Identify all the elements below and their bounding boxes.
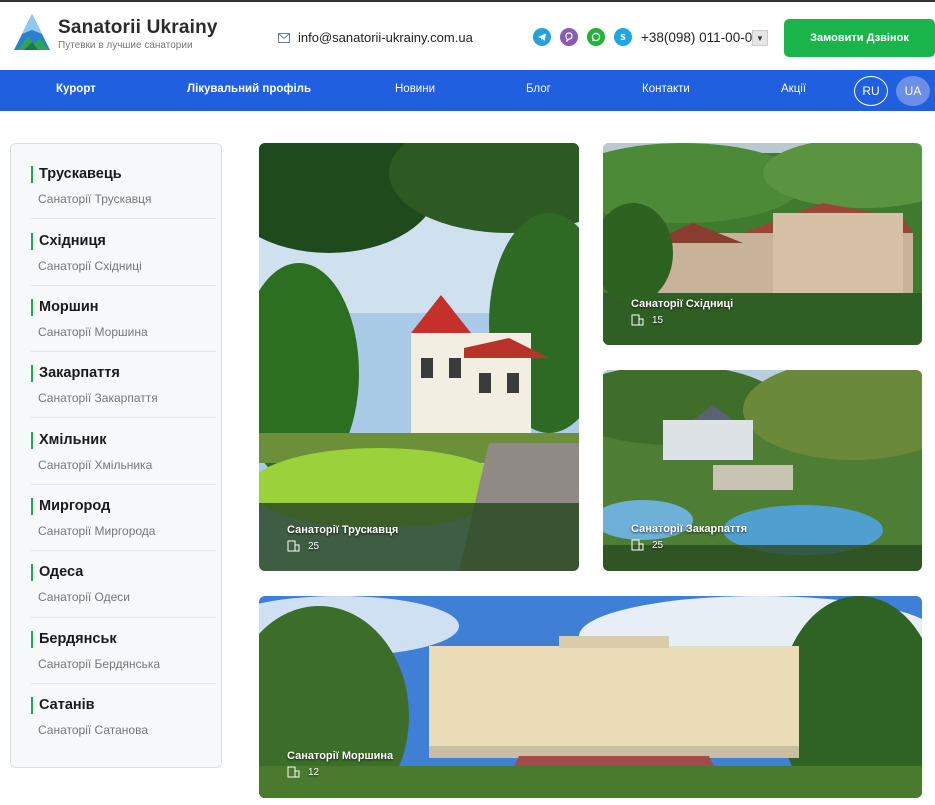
divider xyxy=(31,683,216,684)
lang-ru-button[interactable]: RU xyxy=(854,76,888,106)
sidebar-item-title[interactable]: Хмільник xyxy=(31,432,216,449)
sidebar-item-myrhorod[interactable]: Миргород Санаторії Миргорода xyxy=(31,498,216,538)
divider xyxy=(31,417,216,418)
sidebar-item-title[interactable]: Закарпаття xyxy=(31,365,216,382)
divider xyxy=(31,484,216,485)
mail-icon xyxy=(278,32,290,43)
card-count: 25 xyxy=(287,540,319,552)
card-count-value: 25 xyxy=(308,540,320,552)
nav-item-contacts[interactable]: Контакти xyxy=(642,83,690,95)
brand[interactable]: Sanatorii Ukrainy Путевки в лучшие санат… xyxy=(58,17,218,51)
card-count: 12 xyxy=(287,766,319,778)
sidebar-item-berdiansk[interactable]: Бердянськ Санаторії Бердянська xyxy=(31,631,216,671)
resort-card-zakarpattia[interactable]: Санаторії Закарпаття 25 xyxy=(603,370,922,571)
building-icon xyxy=(287,766,300,778)
sidebar-item-title[interactable]: Одеса xyxy=(31,564,216,581)
sidebar-item-title[interactable]: Сатанів xyxy=(31,697,216,714)
building-icon xyxy=(287,540,300,552)
sidebar-item-title[interactable]: Миргород xyxy=(31,498,216,515)
sidebar-item-title[interactable]: Бердянськ xyxy=(31,631,216,648)
telegram-icon[interactable] xyxy=(533,28,551,46)
divider xyxy=(31,218,216,219)
nav-item-news[interactable]: Новини xyxy=(395,83,435,95)
sidebar-item-subtitle[interactable]: Санаторії Закарпаття xyxy=(31,391,216,405)
phone-number[interactable]: +38(098) 011-00-08 xyxy=(641,30,760,45)
chevron-down-icon[interactable]: ▼ xyxy=(752,30,768,46)
card-count: 25 xyxy=(631,539,663,551)
sidebar-item-title[interactable]: Східниця xyxy=(31,233,216,250)
sidebar-item-morshyn[interactable]: Моршин Санаторії Моршина xyxy=(31,299,216,339)
sidebar-item-subtitle[interactable]: Санаторії Миргорода xyxy=(31,524,216,538)
callback-button[interactable]: Замовити Дзвінок xyxy=(784,19,935,57)
card-title: Санаторії Моршина xyxy=(287,750,394,762)
svg-text:S: S xyxy=(620,33,626,42)
sidebar-item-subtitle[interactable]: Санаторії Сатанова xyxy=(31,723,216,737)
resort-photo xyxy=(259,596,922,798)
sidebar-item-subtitle[interactable]: Санаторії Трускавця xyxy=(31,192,216,206)
sidebar-item-odesa[interactable]: Одеса Санаторії Одеси xyxy=(31,564,216,604)
logo-icon[interactable] xyxy=(12,12,52,56)
sidebar-item-subtitle[interactable]: Санаторії Бердянська xyxy=(31,657,216,671)
viber-icon[interactable] xyxy=(560,28,578,46)
nav-item-blog[interactable]: Блог xyxy=(526,83,551,95)
sidebar-item-skhidnytsia[interactable]: Східниця Санаторії Східниці xyxy=(31,233,216,273)
sidebar-item-zakarpattia[interactable]: Закарпаття Санаторії Закарпаття xyxy=(31,365,216,405)
brand-name: Sanatorii Ukrainy xyxy=(58,17,218,38)
resort-card-morshyn[interactable]: Санаторії Моршина 12 xyxy=(259,596,922,798)
nav-item-treatment-profile[interactable]: Лікувальний профіль xyxy=(187,83,311,95)
resort-sidebar: Трускавець Санаторії Трускавця Східниця … xyxy=(10,143,222,768)
divider xyxy=(31,617,216,618)
header: Sanatorii Ukrainy Путевки в лучшие санат… xyxy=(0,0,935,70)
main-nav: Курорт Лікувальний профіль Новини Блог К… xyxy=(0,70,935,111)
sidebar-item-subtitle[interactable]: Санаторії Моршина xyxy=(31,325,216,339)
whatsapp-icon[interactable] xyxy=(587,28,605,46)
skype-icon[interactable]: S xyxy=(614,28,632,46)
email-contact[interactable]: info@sanatorii-ukrainy.com.ua xyxy=(278,30,473,45)
resort-photo xyxy=(259,143,579,571)
nav-item-promotions[interactable]: Акції xyxy=(781,83,806,95)
card-title: Санаторії Трускавця xyxy=(287,524,399,536)
sidebar-item-subtitle[interactable]: Санаторії Східниці xyxy=(31,259,216,273)
card-title: Санаторії Закарпаття xyxy=(631,523,748,535)
resort-card-truskavets[interactable]: Санаторії Трускавця 25 xyxy=(259,143,579,571)
email-text: info@sanatorii-ukrainy.com.ua xyxy=(298,30,473,45)
social-links: S xyxy=(533,28,632,46)
sidebar-item-satanov[interactable]: Сатанів Санаторії Сатанова xyxy=(31,697,216,737)
card-count: 15 xyxy=(631,314,663,326)
sidebar-item-title[interactable]: Трускавець xyxy=(31,166,216,183)
divider xyxy=(31,351,216,352)
card-count-value: 15 xyxy=(652,314,664,326)
card-count-value: 12 xyxy=(308,766,320,778)
building-icon xyxy=(631,314,644,326)
sidebar-item-subtitle[interactable]: Санаторії Одеси xyxy=(31,590,216,604)
resort-card-skhidnytsia[interactable]: Санаторії Східниці 15 xyxy=(603,143,922,345)
card-title: Санаторії Східниці xyxy=(631,298,734,310)
sidebar-item-khmilnyk[interactable]: Хмільник Санаторії Хмільника xyxy=(31,432,216,472)
sidebar-item-subtitle[interactable]: Санаторії Хмільника xyxy=(31,458,216,472)
nav-item-resort[interactable]: Курорт xyxy=(56,83,96,95)
sidebar-item-title[interactable]: Моршин xyxy=(31,299,216,316)
divider xyxy=(31,285,216,286)
lang-ua-button[interactable]: UA xyxy=(896,76,930,106)
divider xyxy=(31,550,216,551)
building-icon xyxy=(631,539,644,551)
card-count-value: 25 xyxy=(652,539,664,551)
brand-tagline: Путевки в лучшие санатории xyxy=(58,40,193,51)
sidebar-item-truskavets[interactable]: Трускавець Санаторії Трускавця xyxy=(31,166,216,206)
